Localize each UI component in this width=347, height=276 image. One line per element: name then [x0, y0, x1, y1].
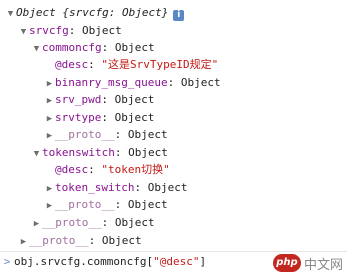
property-key: @desc — [55, 58, 89, 71]
tree-row-commoncfg[interactable]: ▼ commoncfg: Object — [31, 39, 155, 56]
property-key: __proto__ — [55, 198, 115, 211]
tree-row-tokenswitch[interactable]: ▼ tokenswitch: Object — [31, 144, 168, 161]
tree-row-srvtype[interactable]: ▶ srvtype: Object — [44, 109, 155, 126]
expanded-triangle-icon[interactable]: ▼ — [5, 6, 16, 23]
prompt-chevron-icon: > — [3, 255, 11, 268]
string-value: "这是SrvTypeID规定" — [101, 58, 219, 71]
watermark-site-text: 中文网 — [303, 257, 343, 273]
tree-row-desc: @desc: "这是SrvTypeID规定" — [55, 58, 219, 71]
property-key: srv_pwd — [55, 93, 102, 106]
console-command-suffix[interactable]: ] — [199, 255, 206, 268]
console-command-string[interactable]: "@desc" — [153, 255, 199, 268]
tree-row-srvcfg[interactable]: ▼ srvcfg: Object — [18, 22, 122, 39]
property-key: srvcfg — [29, 24, 69, 37]
property-value: Object — [180, 76, 221, 89]
property-key: tokenswitch — [42, 146, 115, 159]
tree-row-binanry-msg-queue[interactable]: ▶ binanry_msg_queue: Object — [44, 74, 221, 91]
console-input-line[interactable]: > obj.srvcfg.commoncfg["@desc"] — [0, 252, 206, 272]
watermark: php 中文网 — [272, 253, 343, 273]
collapsed-triangle-icon[interactable]: ▶ — [44, 128, 55, 145]
property-key: token_switch — [55, 181, 135, 194]
collapsed-triangle-icon[interactable]: ▶ — [31, 216, 42, 233]
property-key: __proto__ — [55, 128, 115, 141]
info-icon[interactable]: i — [173, 10, 185, 21]
property-key: __proto__ — [42, 216, 102, 229]
property-key: srvtype — [55, 111, 102, 124]
property-value: Object — [147, 181, 188, 194]
collapsed-triangle-icon[interactable]: ▶ — [44, 198, 55, 215]
expanded-triangle-icon[interactable]: ▼ — [18, 24, 29, 41]
property-key: @desc — [55, 163, 89, 176]
property-value: Object — [127, 128, 168, 141]
root-summary: {srvcfg: Object} — [62, 6, 169, 19]
property-key: __proto__ — [29, 234, 89, 247]
property-value: Object — [114, 41, 155, 54]
property-value: Object — [82, 24, 122, 37]
tree-row-srv-pwd[interactable]: ▶ srv_pwd: Object — [44, 91, 155, 110]
tree-row-proto[interactable]: ▶ __proto__: Object — [44, 196, 168, 213]
property-value: Object — [101, 234, 142, 247]
property-value: Object — [114, 216, 155, 229]
expanded-triangle-icon[interactable]: ▼ — [31, 41, 42, 58]
property-value: Object — [128, 146, 168, 159]
collapsed-triangle-icon[interactable]: ▶ — [18, 234, 29, 251]
property-value: Object — [127, 198, 168, 211]
property-key: binanry_msg_queue — [55, 76, 168, 89]
property-key: commoncfg — [42, 41, 102, 54]
tree-row-token-switch[interactable]: ▶ token_switch: Object — [44, 179, 188, 196]
collapsed-triangle-icon[interactable]: ▶ — [44, 93, 55, 110]
expanded-triangle-icon[interactable]: ▼ — [31, 146, 42, 163]
property-value: Object — [114, 111, 155, 124]
tree-row-root[interactable]: ▼ Object {srvcfg: Object} i — [5, 4, 185, 23]
tree-row-proto[interactable]: ▶ __proto__: Object — [44, 126, 168, 143]
tree-row-proto[interactable]: ▶ __proto__: Object — [18, 232, 142, 249]
php-logo-icon: php — [272, 254, 301, 272]
console-command-prefix[interactable]: obj.srvcfg.commoncfg[ — [14, 255, 153, 268]
string-value: "token切换" — [101, 163, 170, 176]
tree-row-proto[interactable]: ▶ __proto__: Object — [31, 214, 155, 231]
tree-row-token-desc: @desc: "token切换" — [55, 163, 170, 176]
property-value: Object — [114, 93, 155, 106]
root-type-label: Object — [16, 6, 56, 19]
